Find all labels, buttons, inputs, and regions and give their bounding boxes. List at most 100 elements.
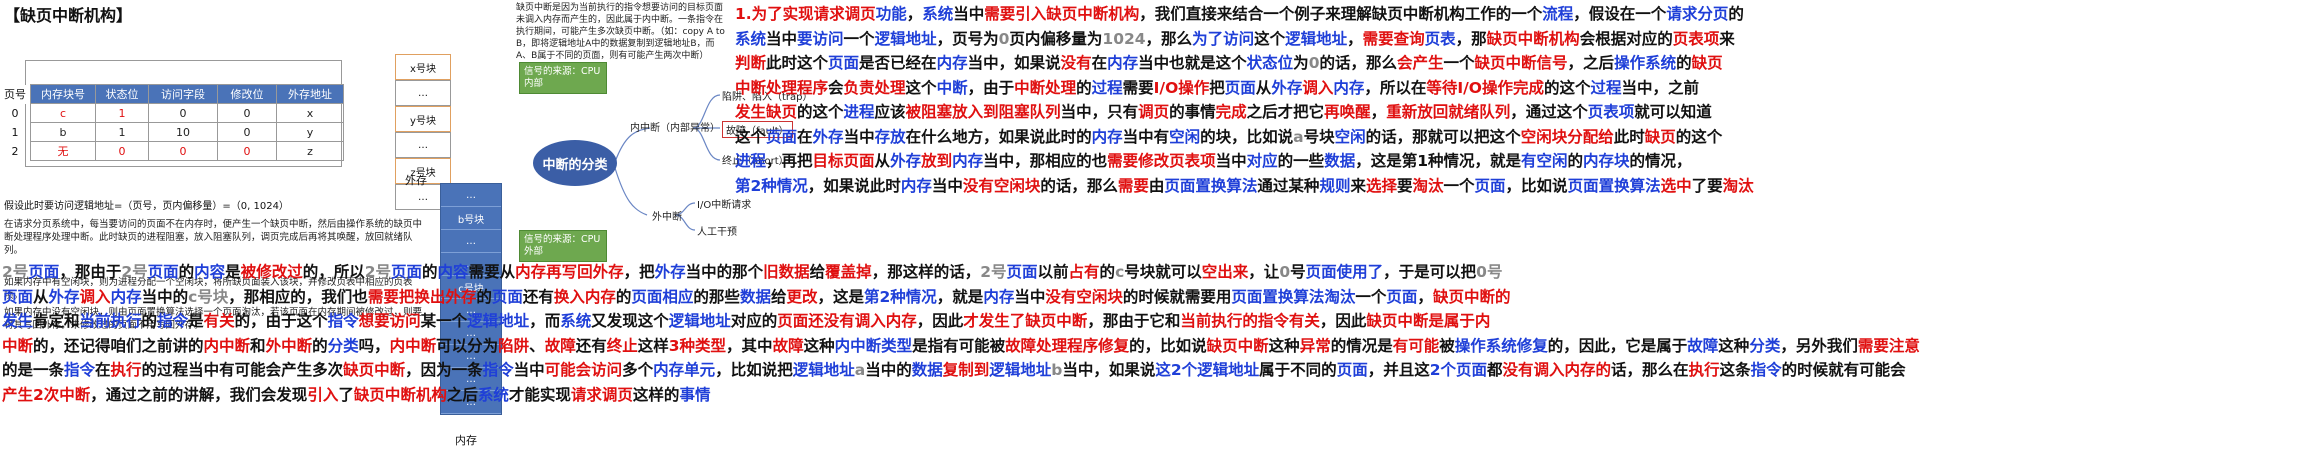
text-run: 指令 [157,312,189,330]
table-cell: c [30,103,96,123]
text-run: 重新放回就绪队列 [1386,103,1511,121]
text-run: 肯定和 [33,312,80,330]
table-cell: y [276,122,344,142]
text-run: 缺页中断是属于内 [1366,312,1491,330]
text-line: 页面从外存调入内存当中的c号块，那相应的，我们也需要把换出外存的页面还有换入内存… [2,285,1510,307]
text-run: 中断 [2,336,34,355]
text-run: 故障处理程序修复 [1005,336,1130,355]
text-run: ， [906,5,923,23]
text-line: 判断此时这个页面是否已经在内存当中，如果说没有在内存当中也就是这个状态位为0的话… [735,51,1723,73]
text-run: 第2种情况 [735,176,808,195]
text-run: ，另外我们 [1780,336,1858,355]
table-cell: 10 [148,122,218,142]
text-run: 页面相应 [631,287,694,306]
text-run: 的 [141,312,158,330]
text-run: 选中 [1660,176,1692,195]
table-cell: b [30,122,96,142]
text-run: 故障 [1687,336,1719,355]
memory-block: … [441,230,501,253]
text-run: 有关 [203,312,235,330]
text-run: 页面 [491,287,523,306]
text-run: 功能 [875,5,907,23]
mindmap-io-request: I/O中断请求 [697,200,752,211]
storage-block: y号块 [395,106,451,132]
text-run: 话，那么在 [1611,361,1689,379]
text-run: 的块，比如说 [1200,127,1294,146]
text-run: 系统 [560,312,592,330]
text-run: 放到 [921,152,953,170]
table-cell: 0 [217,103,277,123]
text-run: 没有空闲块 [962,176,1041,195]
text-run: 外存 [890,152,922,170]
text-run: 完成 [1215,103,1247,121]
text-run: ，让 [1248,263,1280,281]
text-run: 当中 [1014,287,1046,306]
text-run: 2号 [121,263,148,281]
text-run: 此时这个 [766,54,829,72]
text-run: 发生 [2,312,34,330]
text-run: 页面 [766,127,798,146]
text-run: 缺页中断 [1206,336,1269,355]
page-table: 页号 内存块号 状态位 访问字段 修改位 外存地址 0 c 1 0 0 x 1 … [0,84,344,161]
text-run: 的 [1076,78,1092,97]
text-run: 才能实现 [508,385,571,404]
text-run: 了 [338,385,354,404]
address-example: 假设此时要访问逻辑地址=（页号，页内偏移量）=（0, 1024） [4,201,289,212]
text-run: 2号 [980,263,1007,281]
table-cell: 0 [148,141,218,161]
text-run: 之后才把它 [1246,103,1325,121]
column-header: 修改位 [217,84,277,104]
text-run: 多个 [622,361,654,379]
text-run: 数据 [1324,152,1356,170]
text-line: 发生缺页的这个进程应该被阻塞放入到阻塞队列当中，只有调页的事情完成之后才把它再唤… [735,100,1712,122]
text-run: 属于不同的 [1259,361,1337,379]
text-run: 的过程当中有可能会产生多次 [141,361,344,379]
text-run: 中断处理程序 [735,78,829,97]
text-run: ，因此 [1319,312,1367,330]
text-run: 负责处理 [843,78,906,97]
text-run: 这条 [1719,361,1751,379]
text-run: 规则 [1319,176,1351,195]
text-run: 的这个 [1675,127,1723,146]
text-run: 1024 [1102,29,1146,48]
text-run: 过程 [1590,78,1622,97]
text-run: 这样的 [632,385,680,404]
column-header: 外存地址 [276,84,344,104]
text-run: 终止 [606,336,638,355]
text-run: 当中的 [141,287,189,306]
table-row: 1 b 1 10 0 y [0,122,344,142]
text-run: 在 [797,127,813,146]
text-run: 把 [1209,78,1225,97]
text-run: 内容 [194,263,226,281]
text-run: 内存 [1107,54,1139,72]
text-run: ，因为一条 [405,361,483,379]
text-run: ，那这样的话， [871,263,981,281]
text-run: 对应的 [730,312,778,330]
text-run: 的，比如说 [1129,336,1207,355]
table-cell: 无 [30,141,96,161]
text-run: 缺页中断信号 [1474,54,1568,72]
text-run: 存放 [874,127,906,146]
text-run: 覆盖掉 [825,263,872,281]
text-run: 调入 [79,287,111,306]
text-run: 需要查询 [1362,29,1425,48]
text-run: 页面置换算法 [1164,176,1258,195]
text-run: 故障 [772,336,804,355]
text-run: 淘汰 [1412,176,1444,195]
text-run: 的话，那就可以把这个 [1365,127,1521,146]
text-run: 一个 [843,29,875,48]
text-run: 为 [1293,54,1309,72]
text-line: 进程，再把目标页面从外存放到内存当中，那相应的也需要修改页表项当中对应的一些数据… [735,149,1692,171]
table-row: 2 无 0 0 0 z [0,141,344,161]
text-run: 0 [1279,263,1291,281]
text-run: 再唤醒 [1324,103,1371,121]
text-run: 要访问 [797,29,844,48]
text-run: 之后 [446,385,478,404]
mindmap-manual: 人工干预 [697,227,737,238]
text-run: 对应 [1246,152,1278,170]
text-run: 页面 [28,263,60,281]
text-run: 的一些 [1277,152,1325,170]
text-run: 逻辑地址 [874,29,937,48]
text-run: 的，所以 [302,263,365,281]
text-run: 这种 [1268,336,1300,355]
